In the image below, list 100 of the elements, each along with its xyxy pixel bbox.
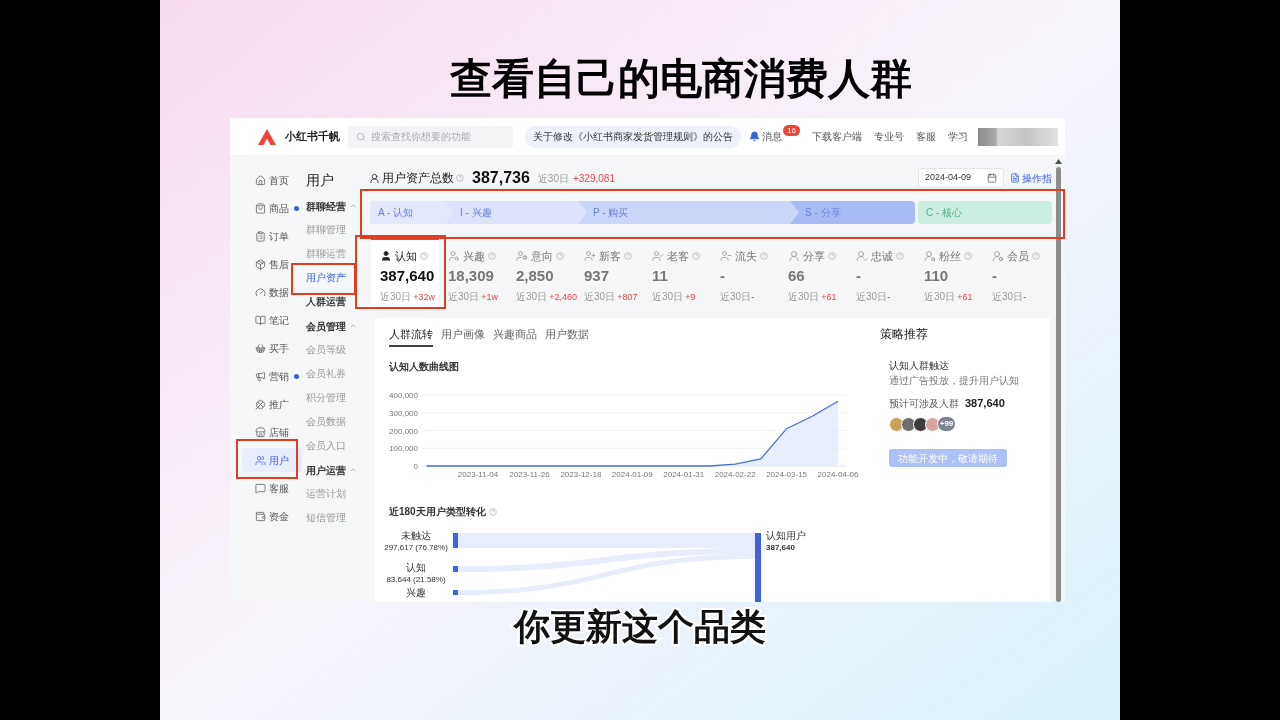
shopping-bag-icon xyxy=(255,202,266,214)
date-field[interactable]: 2024-04-09 xyxy=(918,168,1004,188)
node-label: 兴趣 xyxy=(406,587,426,599)
total-label: 用户资产总数 xyxy=(382,170,454,187)
user-minus-icon xyxy=(720,250,732,262)
sidebar-item[interactable]: 用户 xyxy=(242,448,302,472)
tab[interactable]: 兴趣商品 xyxy=(493,326,537,347)
metric-card[interactable]: 流失 - 近30日- xyxy=(711,238,779,308)
metric-value: 2,850 xyxy=(516,266,555,286)
scrollbar-thumb[interactable] xyxy=(1055,167,1061,602)
submenu-item[interactable]: 人群运营 xyxy=(306,295,346,309)
axis-label: 2024-03-15 xyxy=(766,470,808,479)
sidebar-item[interactable]: 笔记 xyxy=(242,308,302,332)
user-icon xyxy=(369,172,380,184)
chevron-up-icon xyxy=(349,466,357,474)
sidebar-item[interactable]: 店铺 xyxy=(242,420,302,444)
tab[interactable]: 人群流转 xyxy=(389,326,433,347)
node-value: 387,640 xyxy=(766,542,796,553)
sidebar-item[interactable]: 订单 xyxy=(242,224,302,248)
nav-link[interactable]: 专业号 xyxy=(873,129,904,144)
clover-icon xyxy=(255,398,266,410)
nav-link[interactable]: 下载客户端 xyxy=(811,129,862,144)
tab[interactable]: 用户画像 xyxy=(441,326,485,347)
metric-label: 分享 xyxy=(803,248,825,264)
submenu-item[interactable]: 用户资产 xyxy=(306,271,346,285)
sidebar-item[interactable]: 客服 xyxy=(242,476,302,500)
sankey-node xyxy=(453,590,458,595)
sidebar-item[interactable]: 资金 xyxy=(242,504,302,528)
metric-value: - xyxy=(856,266,862,286)
axis-label: 2024-02-22 xyxy=(714,470,756,479)
nav-link[interactable]: 学习 xyxy=(947,129,968,144)
wallet-icon xyxy=(255,510,266,522)
period-label: 近30日 xyxy=(537,171,569,186)
help-icon[interactable] xyxy=(624,252,632,260)
axis-label: 2023-11-04 xyxy=(457,470,499,479)
help-icon[interactable] xyxy=(556,252,564,260)
sankey-node xyxy=(453,533,458,548)
axis-label: 200,000 xyxy=(389,426,418,436)
avatar-placeholder xyxy=(925,416,940,432)
metric-card[interactable]: 会员 - 近30日- xyxy=(983,238,1051,308)
sidebar-item[interactable]: 商品 xyxy=(242,196,302,220)
chevron-up-icon xyxy=(349,202,357,210)
search-input[interactable]: 搜索查找你想要的功能 xyxy=(371,129,505,144)
nav-link[interactable]: 客服 xyxy=(915,129,936,144)
metric-card[interactable]: 忠诚 - 近30日- xyxy=(847,238,915,308)
scroll-up-arrow-icon[interactable] xyxy=(1054,159,1062,164)
metric-label: 粉丝 xyxy=(939,248,961,264)
help-icon[interactable] xyxy=(692,252,700,260)
period-label: 近30日 xyxy=(992,290,1024,304)
metric-card[interactable]: 意向 2,850 近30日 +2,460 xyxy=(507,238,575,308)
menu-group-toggle[interactable]: 会员管理 xyxy=(306,318,357,334)
sankey-node xyxy=(453,566,458,572)
total-value: 387,736 xyxy=(472,168,530,188)
menu-group-toggle[interactable]: 用户运营 xyxy=(306,462,357,478)
period-label: 近30日 xyxy=(584,290,616,304)
basket-icon xyxy=(255,342,266,354)
metric-card[interactable]: 兴趣 18,309 近30日 +1w xyxy=(439,238,507,308)
metric-card[interactable]: 认知 387,640 近30日 +32w xyxy=(371,238,439,308)
tab[interactable]: 用户数据 xyxy=(545,326,589,347)
messages-button[interactable]: 消息 xyxy=(749,129,782,144)
user-check-icon xyxy=(652,250,664,262)
more-avatars-badge: +99 xyxy=(937,416,956,432)
help-icon[interactable] xyxy=(896,252,904,260)
guide-link[interactable]: 操作指 xyxy=(1010,170,1052,186)
change-value: +1w xyxy=(481,291,498,304)
period-label: 近30日 xyxy=(856,290,888,304)
help-icon[interactable] xyxy=(488,252,496,260)
period-label: 近30日 xyxy=(448,290,480,304)
help-icon[interactable] xyxy=(760,252,768,260)
search-field[interactable]: 搜索查找你想要的功能 xyxy=(348,125,513,148)
clipboard-icon xyxy=(255,230,266,242)
metric-value: 18,309 xyxy=(448,266,495,286)
sidebar-item[interactable]: 售后 xyxy=(242,252,302,276)
user-check-icon xyxy=(856,250,868,262)
help-icon[interactable] xyxy=(1032,252,1040,260)
help-icon[interactable] xyxy=(964,252,972,260)
node-label: 未触达 xyxy=(401,530,431,542)
metric-card[interactable]: 分享 66 近30日 +61 xyxy=(779,238,847,308)
period-label: 近30日 xyxy=(380,290,412,304)
help-icon[interactable] xyxy=(828,252,836,260)
change-value: - xyxy=(887,291,891,304)
sidebar-item[interactable]: 首页 xyxy=(242,168,302,192)
help-icon[interactable] xyxy=(488,508,497,516)
change-value: +9 xyxy=(685,291,696,304)
sidebar-item[interactable]: 数据 xyxy=(242,280,302,304)
menu-group-toggle[interactable]: 群聊经营 xyxy=(306,198,357,214)
help-icon[interactable] xyxy=(420,252,428,260)
notice-link[interactable]: 关于修改《小红书商家发货管理规则》的公告 xyxy=(525,125,741,148)
period-label: 近30日 xyxy=(516,290,548,304)
date-input[interactable]: 2024-04-09 xyxy=(925,171,981,185)
chevron-up-icon xyxy=(349,322,357,330)
metric-card[interactable]: 老客 11 近30日 +9 xyxy=(643,238,711,308)
sidebar-item[interactable]: 买手 xyxy=(242,336,302,360)
user-icon xyxy=(788,250,800,262)
sidebar-item[interactable]: 营销 xyxy=(242,364,302,388)
metric-card[interactable]: 粉丝 110 近30日 +61 xyxy=(915,238,983,308)
change-value: - xyxy=(751,291,755,304)
section-heading: 用户 xyxy=(306,170,334,190)
help-icon[interactable] xyxy=(456,174,464,182)
sidebar-item[interactable]: 推广 xyxy=(242,392,302,416)
